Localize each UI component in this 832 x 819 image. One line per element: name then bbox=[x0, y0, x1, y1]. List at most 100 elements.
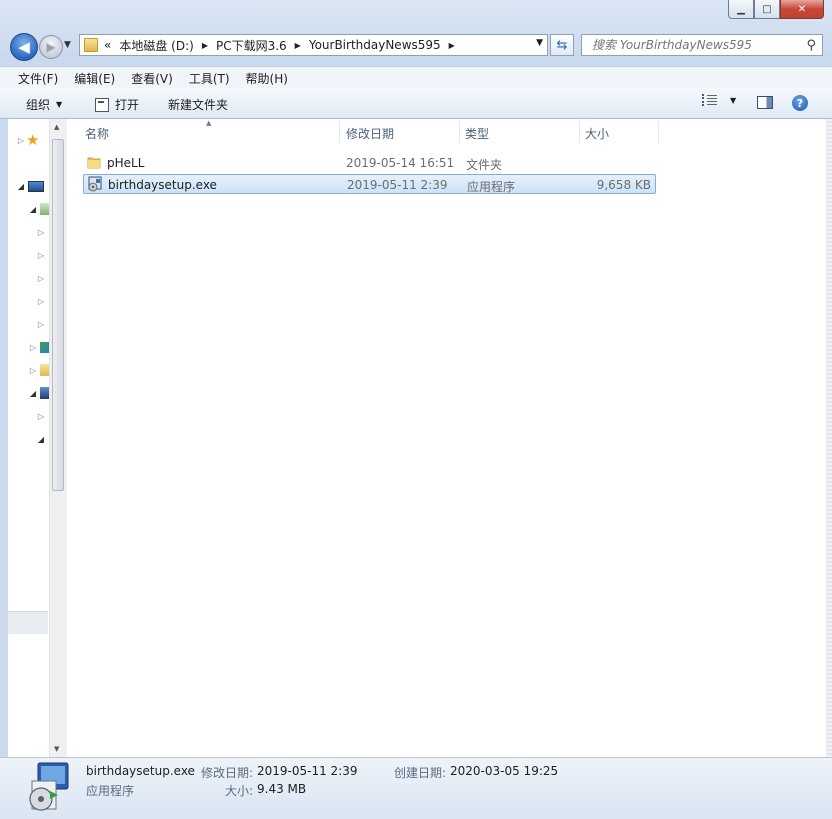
scrollbar-thumb[interactable] bbox=[52, 139, 64, 491]
explorer-window: ▁ □ ✕ ◀ ▶ ▼ « 本地磁盘 (D:) ▶ PC下载网3.6 ▶ You… bbox=[0, 0, 832, 819]
nav-pane-footer bbox=[8, 611, 48, 634]
preview-pane-icon bbox=[757, 96, 773, 109]
expand-icon[interactable]: ▷ bbox=[36, 228, 46, 237]
collapse-icon[interactable]: ◢ bbox=[28, 205, 38, 214]
chevron-down-icon: ▼ bbox=[730, 95, 737, 105]
scroll-down-icon[interactable]: ▼ bbox=[54, 745, 59, 753]
column-size-label: 大小 bbox=[585, 126, 610, 141]
computer-icon bbox=[28, 180, 44, 192]
column-divider[interactable] bbox=[339, 121, 340, 143]
column-header-date[interactable]: 修改日期 bbox=[346, 119, 394, 147]
menu-bar: 文件(F) 编辑(E) 查看(V) 工具(T) 帮助(H) bbox=[0, 66, 832, 89]
change-view-button[interactable]: ▼ bbox=[702, 94, 736, 106]
nav-child[interactable]: ◢ bbox=[36, 430, 46, 448]
chevron-right-icon[interactable]: ▶ bbox=[449, 41, 455, 50]
column-header-name[interactable]: 名称 bbox=[85, 119, 109, 147]
folder-icon bbox=[87, 157, 101, 169]
folder-icon bbox=[84, 38, 98, 52]
open-icon bbox=[95, 97, 109, 112]
column-type-label: 类型 bbox=[465, 126, 490, 141]
nav-drive[interactable]: ◢ bbox=[28, 200, 50, 218]
address-bar[interactable]: « 本地磁盘 (D:) ▶ PC下载网3.6 ▶ YourBirthdayNew… bbox=[79, 34, 548, 56]
breadcrumb-folder-current[interactable]: YourBirthdayNews595 bbox=[309, 38, 441, 52]
breadcrumb-overflow[interactable]: « bbox=[104, 38, 111, 52]
expand-icon[interactable]: ▷ bbox=[28, 366, 38, 375]
nav-child[interactable]: ▷ bbox=[36, 292, 46, 310]
menu-help[interactable]: 帮助(H) bbox=[238, 70, 296, 87]
column-divider[interactable] bbox=[658, 121, 659, 143]
maximize-button[interactable]: □ bbox=[754, 0, 780, 19]
menu-edit[interactable]: 编辑(E) bbox=[66, 70, 123, 87]
refresh-button[interactable]: ⇆ bbox=[550, 34, 574, 56]
minimize-icon: ▁ bbox=[737, 3, 745, 15]
scroll-up-icon[interactable]: ▲ bbox=[54, 123, 59, 131]
column-header-size[interactable]: 大小 bbox=[585, 119, 609, 147]
minimize-button[interactable]: ▁ bbox=[728, 0, 754, 19]
nav-child[interactable]: ▷ bbox=[36, 315, 46, 333]
forward-button[interactable]: ▶ bbox=[39, 35, 63, 59]
file-row-selected[interactable]: birthdaysetup.exe 2019-05-11 2:39 应用程序 9… bbox=[83, 174, 656, 194]
breadcrumb-folder-pc[interactable]: PC下载网3.6 bbox=[216, 37, 287, 54]
nav-network[interactable]: ▷ bbox=[28, 338, 50, 356]
expand-icon[interactable]: ▷ bbox=[36, 274, 46, 283]
address-dropdown-icon[interactable]: ▼ bbox=[536, 38, 543, 48]
view-options-icon bbox=[702, 94, 718, 106]
chevron-right-icon[interactable]: ▶ bbox=[202, 41, 208, 50]
nav-child[interactable]: ▷ bbox=[36, 269, 46, 287]
column-header-type[interactable]: 类型 bbox=[465, 119, 489, 147]
caption-buttons: ▁ □ ✕ bbox=[728, 0, 824, 20]
search-input[interactable] bbox=[590, 37, 804, 53]
details-size-label: 大小: bbox=[225, 784, 254, 798]
new-folder-button[interactable]: 新建文件夹 bbox=[168, 96, 228, 113]
close-button[interactable]: ✕ bbox=[780, 0, 824, 19]
details-pane: birthdaysetup.exe 应用程序 修改日期: 2019-05-11 … bbox=[0, 757, 832, 819]
nav-favorites[interactable]: ▷ ★ bbox=[16, 131, 40, 149]
nav-child[interactable]: ▷ bbox=[36, 223, 46, 241]
nav-folder[interactable]: ▷ bbox=[28, 361, 50, 379]
preview-pane-button[interactable] bbox=[757, 96, 773, 109]
nav-computer[interactable]: ◢ bbox=[16, 177, 44, 195]
collapse-icon[interactable]: ◢ bbox=[36, 435, 46, 444]
back-button[interactable]: ◀ bbox=[10, 33, 38, 61]
expand-icon[interactable]: ▷ bbox=[28, 343, 38, 352]
collapse-icon[interactable]: ◢ bbox=[28, 389, 38, 398]
close-icon: ✕ bbox=[797, 3, 807, 15]
star-icon: ★ bbox=[26, 131, 40, 149]
column-date-label: 修改日期 bbox=[346, 126, 395, 141]
details-created-label: 创建日期: bbox=[394, 766, 447, 780]
expand-icon[interactable]: ▷ bbox=[16, 136, 26, 145]
expand-icon[interactable]: ▷ bbox=[36, 412, 46, 421]
search-icon[interactable]: ⚲ bbox=[806, 38, 816, 53]
breadcrumb-drive[interactable]: 本地磁盘 (D:) bbox=[119, 37, 193, 54]
nav-child[interactable]: ▷ bbox=[36, 246, 46, 264]
search-box[interactable]: ⚲ bbox=[581, 34, 823, 56]
forward-arrow-icon: ▶ bbox=[46, 40, 56, 54]
expand-icon[interactable]: ▷ bbox=[36, 297, 46, 306]
file-size: 9,658 KB bbox=[596, 178, 651, 192]
menu-file[interactable]: 文件(F) bbox=[10, 70, 66, 87]
help-button[interactable]: ? bbox=[792, 95, 808, 111]
installer-icon bbox=[88, 176, 102, 192]
open-button[interactable]: 打开 bbox=[95, 96, 139, 113]
command-bar: 组织 ▼ 打开 新建文件夹 ▼ ? bbox=[0, 88, 832, 119]
menu-tools[interactable]: 工具(T) bbox=[181, 70, 238, 87]
nav-scrollbar[interactable]: ▲ ▼ bbox=[49, 119, 67, 757]
expand-icon[interactable]: ▷ bbox=[36, 251, 46, 260]
column-divider[interactable] bbox=[459, 121, 460, 143]
recent-pages-dropdown[interactable]: ▼ bbox=[64, 40, 71, 50]
nav-network-2[interactable]: ◢ bbox=[28, 384, 50, 402]
file-row[interactable]: pHeLL 2019-05-14 16:51 文件夹 bbox=[83, 153, 656, 173]
collapse-icon[interactable]: ◢ bbox=[16, 182, 26, 191]
chevron-right-icon[interactable]: ▶ bbox=[295, 41, 301, 50]
file-type: 应用程序 bbox=[467, 180, 516, 194]
menu-view[interactable]: 查看(V) bbox=[123, 70, 181, 87]
file-name: pHeLL bbox=[107, 156, 145, 170]
details-filename: birthdaysetup.exe bbox=[86, 764, 195, 778]
window-edge bbox=[826, 119, 832, 757]
new-folder-label: 新建文件夹 bbox=[168, 98, 229, 112]
maximize-icon: □ bbox=[762, 3, 772, 15]
expand-icon[interactable]: ▷ bbox=[36, 320, 46, 329]
nav-child[interactable]: ▷ bbox=[36, 407, 46, 425]
organize-button[interactable]: 组织 ▼ bbox=[26, 96, 62, 113]
column-divider[interactable] bbox=[579, 121, 580, 143]
